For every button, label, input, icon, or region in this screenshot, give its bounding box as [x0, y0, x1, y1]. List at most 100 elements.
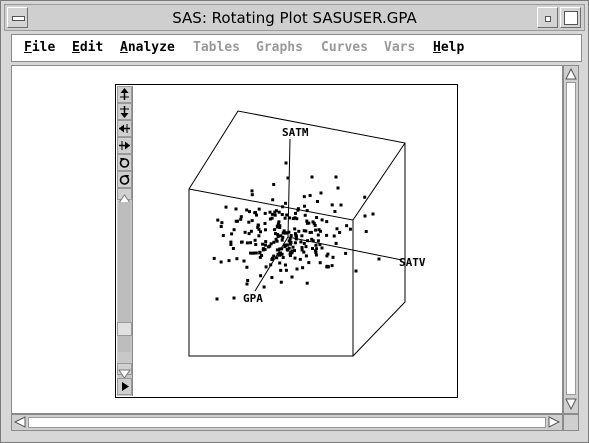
scatter-point	[250, 219, 254, 223]
scatter-point	[299, 240, 303, 244]
scatter-point	[371, 212, 375, 216]
scatter-point	[325, 233, 329, 237]
scatter-point	[259, 274, 263, 278]
scatter-point	[245, 265, 249, 269]
axis-label-z: GPA	[243, 292, 263, 305]
scatter-point	[250, 189, 254, 193]
scatter-point	[262, 285, 266, 289]
scatter-point	[307, 261, 311, 265]
scatter-point	[298, 257, 302, 261]
scatter-point	[264, 240, 268, 244]
scatter-point	[284, 263, 287, 267]
scatter-point	[278, 224, 282, 228]
scatter-point	[274, 209, 278, 213]
scatter-point	[296, 208, 300, 212]
scatter-point	[348, 227, 352, 231]
scatter-point	[245, 208, 249, 212]
scatter-point	[248, 210, 251, 214]
scatter-point	[264, 265, 268, 269]
scatter-point	[302, 250, 306, 254]
scatter-point	[304, 245, 308, 249]
scatter-point	[283, 245, 287, 249]
scatter-point	[283, 216, 287, 220]
scatter-point	[334, 241, 338, 245]
scatter-point	[236, 219, 239, 223]
scatter-point	[315, 216, 319, 219]
scatter-point	[286, 176, 290, 180]
scatter-point	[287, 239, 291, 243]
scatter-point	[261, 242, 265, 246]
scatter-point	[305, 209, 309, 213]
scatter-point	[289, 234, 293, 238]
scatter-point	[251, 251, 255, 255]
scatter-point	[257, 234, 261, 238]
scatter-point	[258, 250, 262, 254]
scatter-point	[320, 246, 324, 250]
scatter-point	[320, 218, 324, 222]
satm-axis-line	[287, 138, 291, 238]
scatter-point	[377, 257, 381, 261]
scatter-point	[269, 263, 273, 267]
scatter-point	[300, 246, 304, 249]
scatter-point	[267, 245, 270, 249]
scatter-point	[364, 230, 368, 233]
scatter-point	[271, 198, 275, 202]
scatter-point	[232, 228, 236, 232]
scatter-points	[212, 161, 381, 301]
scatter-point	[263, 211, 267, 215]
scatter-point	[316, 233, 320, 237]
scatter-point	[363, 214, 367, 218]
scatter-point	[297, 229, 301, 233]
scatter-point	[270, 276, 274, 279]
scatter-point	[338, 231, 342, 234]
scatter-point	[219, 225, 223, 228]
cube-frame	[188, 110, 406, 357]
scatter-point	[290, 275, 294, 279]
scatter-point	[363, 195, 367, 199]
scatter-point	[232, 296, 236, 300]
scatter-point	[332, 234, 336, 238]
scatter-point	[281, 256, 285, 259]
scatter-point	[254, 243, 258, 246]
scatter-point	[263, 247, 267, 251]
scatter-point	[325, 254, 329, 258]
scatter-point	[245, 282, 249, 286]
scatter-point	[314, 228, 318, 232]
scatter-point	[234, 207, 238, 211]
scatter-point	[279, 280, 283, 284]
scatter-point	[300, 234, 304, 238]
scatter-point	[287, 230, 291, 234]
scatter-point	[325, 265, 329, 269]
scatter-point	[239, 215, 243, 219]
scatter-point	[286, 248, 290, 252]
scatter-point	[253, 238, 257, 242]
scatter-point	[305, 281, 309, 285]
scatter-point	[305, 219, 309, 223]
scatter-point	[294, 234, 298, 238]
scatter-point	[276, 252, 280, 256]
scatter-point	[284, 161, 288, 165]
scatter-point	[274, 232, 277, 236]
scatter-point	[302, 195, 306, 199]
scatter-point	[291, 217, 295, 221]
rotating-plot-canvas[interactable]: SATM SATV GPA	[1, 1, 588, 442]
axis-label-y: SATM	[282, 126, 309, 139]
scatter-point	[319, 229, 322, 233]
scatter-point	[311, 239, 315, 243]
scatter-point	[285, 213, 289, 217]
scatter-point	[304, 254, 308, 258]
scatter-point	[325, 220, 329, 224]
scatter-point	[316, 200, 319, 203]
scatter-point	[301, 266, 305, 270]
scatter-point	[275, 256, 279, 260]
scatter-point	[293, 241, 297, 245]
scatter-point	[275, 239, 279, 243]
scatter-point	[277, 210, 281, 214]
scatter-point	[309, 230, 313, 234]
scatter-point	[277, 220, 281, 224]
scatter-point	[284, 268, 288, 272]
scatter-point	[354, 269, 358, 273]
scatter-point	[319, 191, 323, 195]
scatter-point	[284, 201, 287, 205]
scatter-point	[295, 267, 299, 271]
